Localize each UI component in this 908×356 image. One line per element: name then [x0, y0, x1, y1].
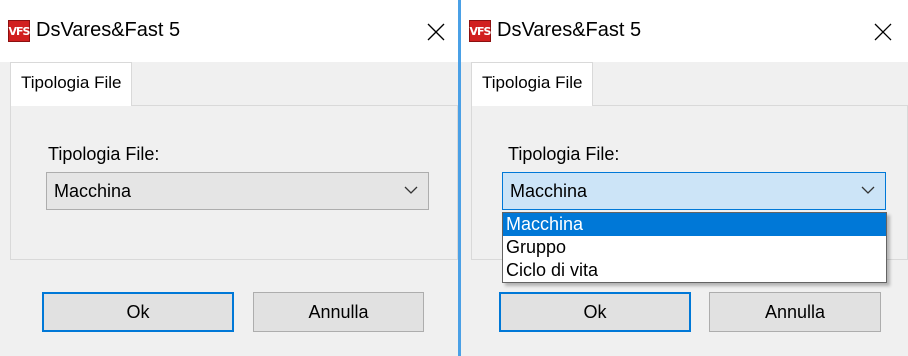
ok-button[interactable]: Ok [499, 292, 691, 332]
annulla-button[interactable]: Annulla [253, 292, 424, 332]
tipologia-file-combobox[interactable]: Macchina [502, 172, 886, 210]
close-icon [427, 23, 445, 41]
tab-strip: Tipologia File [461, 62, 908, 106]
title-bar[interactable]: VFS DsVares&Fast 5 [0, 0, 458, 62]
app-logo-icon: VFS [469, 20, 491, 42]
tab-tipologia-file[interactable]: Tipologia File [471, 62, 594, 106]
dialog-window-left: VFS DsVares&Fast 5 Tipologia File Tipolo… [0, 0, 458, 356]
close-icon [874, 23, 892, 41]
window-title: DsVares&Fast 5 [36, 19, 181, 41]
tab-tipologia-file[interactable]: Tipologia File [10, 62, 133, 106]
dropdown-option-ciclo-di-vita[interactable]: Ciclo di vita [503, 259, 886, 282]
chevron-down-icon [404, 186, 418, 194]
dropdown-option-gruppo[interactable]: Gruppo [503, 236, 886, 259]
app-logo-icon: VFS [8, 20, 30, 42]
tipologia-file-combobox[interactable]: Macchina [46, 172, 429, 210]
close-button[interactable] [861, 12, 905, 52]
window-title: DsVares&Fast 5 [497, 19, 642, 41]
chevron-down-icon [861, 186, 875, 194]
close-button[interactable] [414, 12, 458, 52]
dialog-window-right: VFS DsVares&Fast 5 Tipologia File Tipolo… [461, 0, 908, 356]
tipologia-file-label: Tipologia File: [48, 144, 160, 164]
ok-button[interactable]: Ok [42, 292, 234, 332]
combobox-value: Macchina [54, 181, 132, 201]
combobox-value: Macchina [510, 181, 588, 201]
tipologia-file-label: Tipologia File: [508, 144, 620, 164]
annulla-button[interactable]: Annulla [709, 292, 881, 332]
title-bar[interactable]: VFS DsVares&Fast 5 [461, 0, 908, 62]
tipologia-file-dropdown-list: Macchina Gruppo Ciclo di vita [502, 212, 887, 283]
dropdown-option-macchina[interactable]: Macchina [503, 213, 886, 236]
tab-strip: Tipologia File [0, 62, 458, 106]
